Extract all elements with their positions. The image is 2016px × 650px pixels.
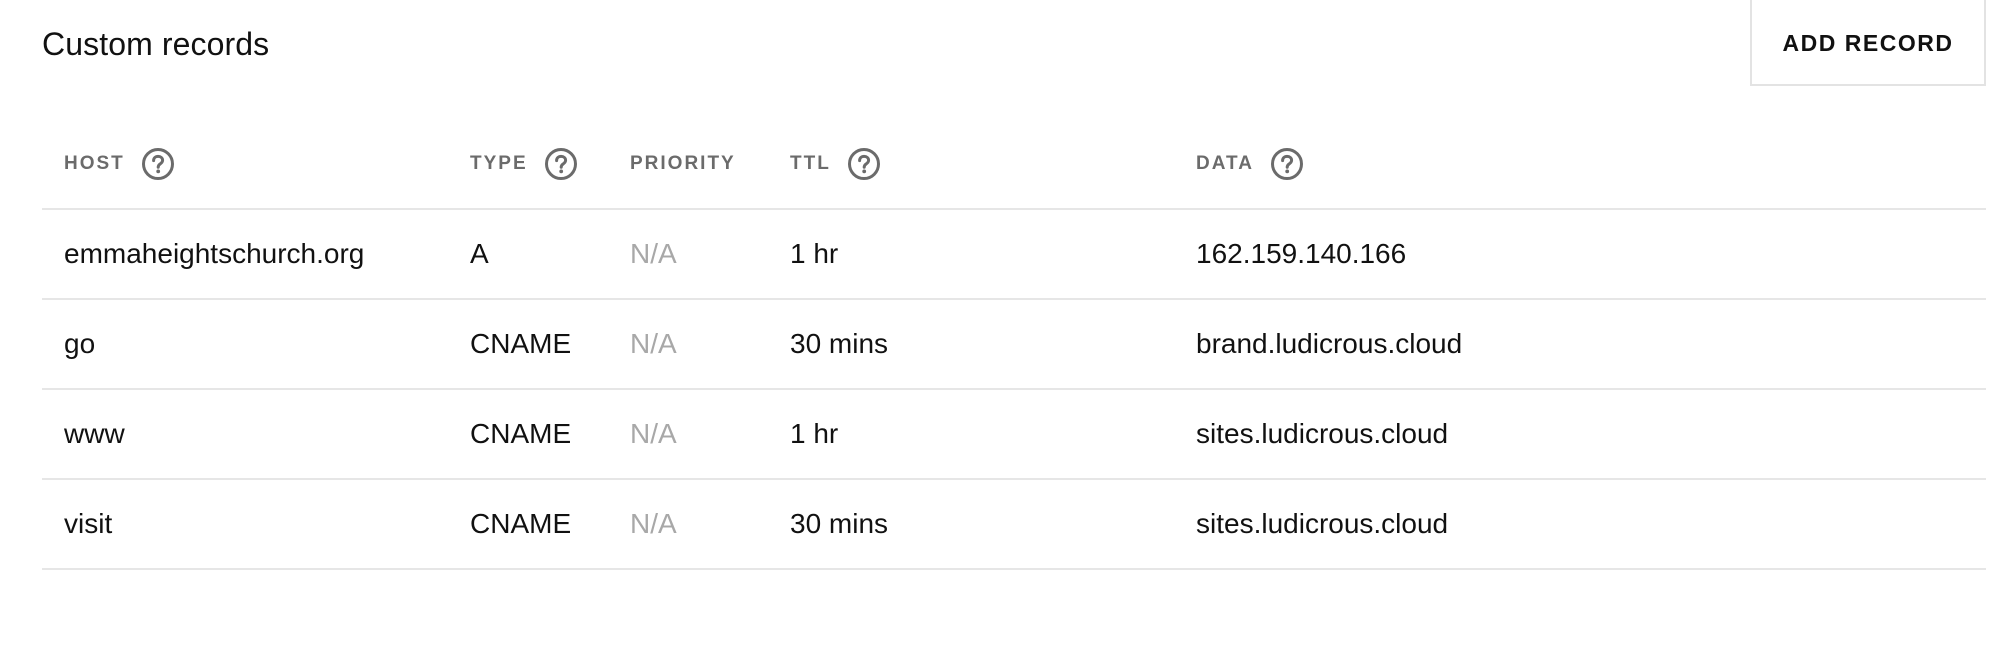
cell-priority: N/A (630, 238, 677, 269)
column-header-label: PRIORITY (630, 153, 736, 174)
table-row[interactable]: visit CNAME N/A 30 mins sites.ludicrous.… (42, 480, 1986, 570)
question-circle-icon[interactable] (1270, 147, 1304, 181)
column-header-data: DATA (1196, 120, 1304, 208)
column-header-label: HOST (64, 153, 125, 174)
add-record-button[interactable]: ADD RECORD (1750, 0, 1986, 86)
table-header: HOST TYPE PRIORITY TTL DATA (42, 120, 1986, 210)
cell-host: go (64, 328, 96, 359)
cell-host: www (64, 418, 125, 449)
cell-data: brand.ludicrous.cloud (1196, 328, 1463, 359)
custom-records-table: HOST TYPE PRIORITY TTL DATA emmaheightsc… (42, 120, 1986, 570)
cell-priority: N/A (630, 418, 677, 449)
column-header-host: HOST (64, 120, 175, 208)
cell-priority: N/A (630, 328, 677, 359)
cell-data: sites.ludicrous.cloud (1196, 508, 1449, 539)
section-title: Custom records (42, 26, 270, 62)
cell-ttl: 30 mins (790, 328, 889, 359)
column-header-label: TTL (790, 153, 831, 174)
question-circle-icon[interactable] (141, 147, 175, 181)
cell-priority: N/A (630, 508, 677, 539)
custom-records-page: Custom records ADD RECORD HOST TYPE PRIO… (0, 0, 2016, 650)
table-row[interactable]: www CNAME N/A 1 hr sites.ludicrous.cloud (42, 390, 1986, 480)
cell-host: visit (64, 508, 113, 539)
column-header-ttl: TTL (790, 120, 881, 208)
cell-host: emmaheightschurch.org (64, 238, 365, 269)
cell-ttl: 1 hr (790, 418, 839, 449)
cell-data: sites.ludicrous.cloud (1196, 418, 1449, 449)
cell-type: CNAME (470, 508, 572, 539)
column-header-label: DATA (1196, 153, 1254, 174)
column-header-type: TYPE (470, 120, 578, 208)
cell-data: 162.159.140.166 (1196, 238, 1407, 269)
cell-ttl: 1 hr (790, 238, 839, 269)
cell-type: A (470, 238, 489, 269)
column-header-priority: PRIORITY (630, 120, 736, 208)
cell-ttl: 30 mins (790, 508, 889, 539)
cell-type: CNAME (470, 418, 572, 449)
question-circle-icon[interactable] (847, 147, 881, 181)
table-row[interactable]: go CNAME N/A 30 mins brand.ludicrous.clo… (42, 300, 1986, 390)
column-header-label: TYPE (470, 153, 528, 174)
cell-type: CNAME (470, 328, 572, 359)
table-row[interactable]: emmaheightschurch.org A N/A 1 hr 162.159… (42, 210, 1986, 300)
question-circle-icon[interactable] (544, 147, 578, 181)
